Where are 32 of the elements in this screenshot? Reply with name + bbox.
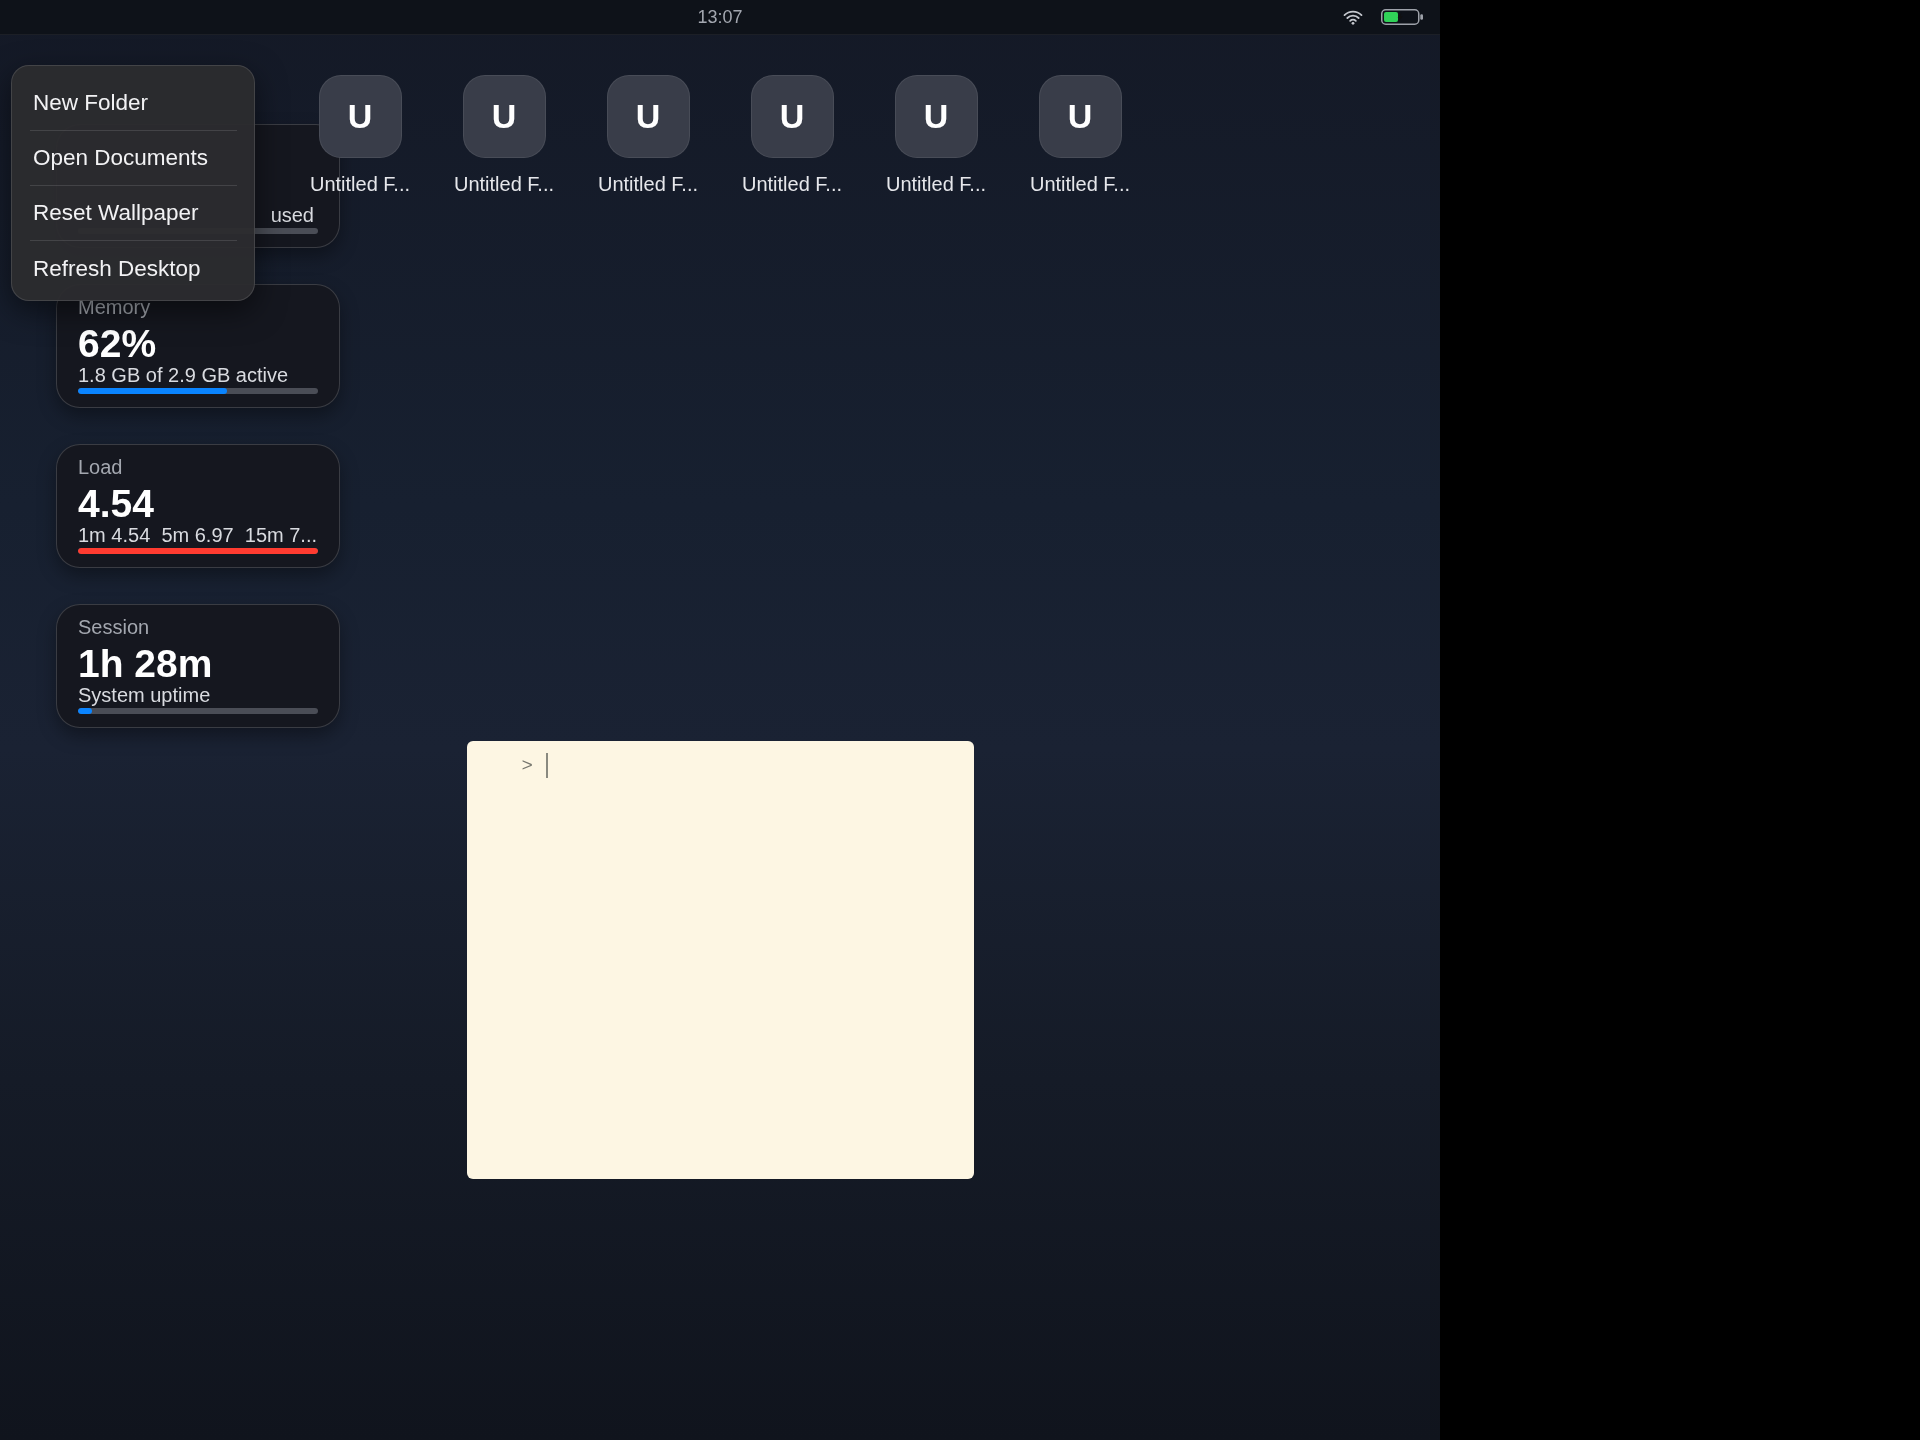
letter-tile[interactable]: U <box>462 75 546 158</box>
widget-value: 4.54 <box>78 484 154 524</box>
menu-item[interactable]: Refresh Desktop <box>30 241 237 296</box>
widget-detail: used <box>270 204 314 226</box>
widget-value: 62% <box>78 324 157 364</box>
battery-icon <box>1381 9 1423 25</box>
clock-time: 13:07 <box>697 6 743 28</box>
prompt-symbol: > <box>521 754 533 777</box>
note-input-field[interactable]: > <box>466 741 974 1179</box>
widget-detail: System uptime <box>78 684 211 706</box>
icon-label: Untitled F... <box>741 172 842 196</box>
widget-label: Load <box>78 455 123 479</box>
letter-tile[interactable]: U <box>1038 75 1122 158</box>
letter-tile[interactable]: U <box>318 75 402 158</box>
letter-tile[interactable]: U <box>750 75 834 158</box>
wifi-icon <box>1343 9 1363 25</box>
widget-detail: 1.8 GB of 2.9 GB active <box>78 364 289 386</box>
letter-tile[interactable]: U <box>606 75 690 158</box>
menu-item[interactable]: Open Documents <box>30 131 237 186</box>
letter-tile[interactable]: U <box>894 75 978 158</box>
icon-label: Untitled F... <box>885 172 986 196</box>
menu-item[interactable]: New Folder <box>30 76 237 131</box>
widget-label: Session <box>78 615 150 639</box>
icon-label: Untitled F... <box>309 172 410 196</box>
menu-item[interactable]: Reset Wallpaper <box>30 186 237 241</box>
text-cursor-icon <box>545 753 548 778</box>
widget-detail: 1m 4.54 5m 6.97 15m 7... <box>78 524 317 546</box>
icon-label: Untitled F... <box>1029 172 1130 196</box>
widget-label: Memory <box>78 295 151 319</box>
widget-value: 1h 28m <box>78 644 213 684</box>
icon-label: Untitled F... <box>453 172 554 196</box>
icon-label: Untitled F... <box>597 172 698 196</box>
